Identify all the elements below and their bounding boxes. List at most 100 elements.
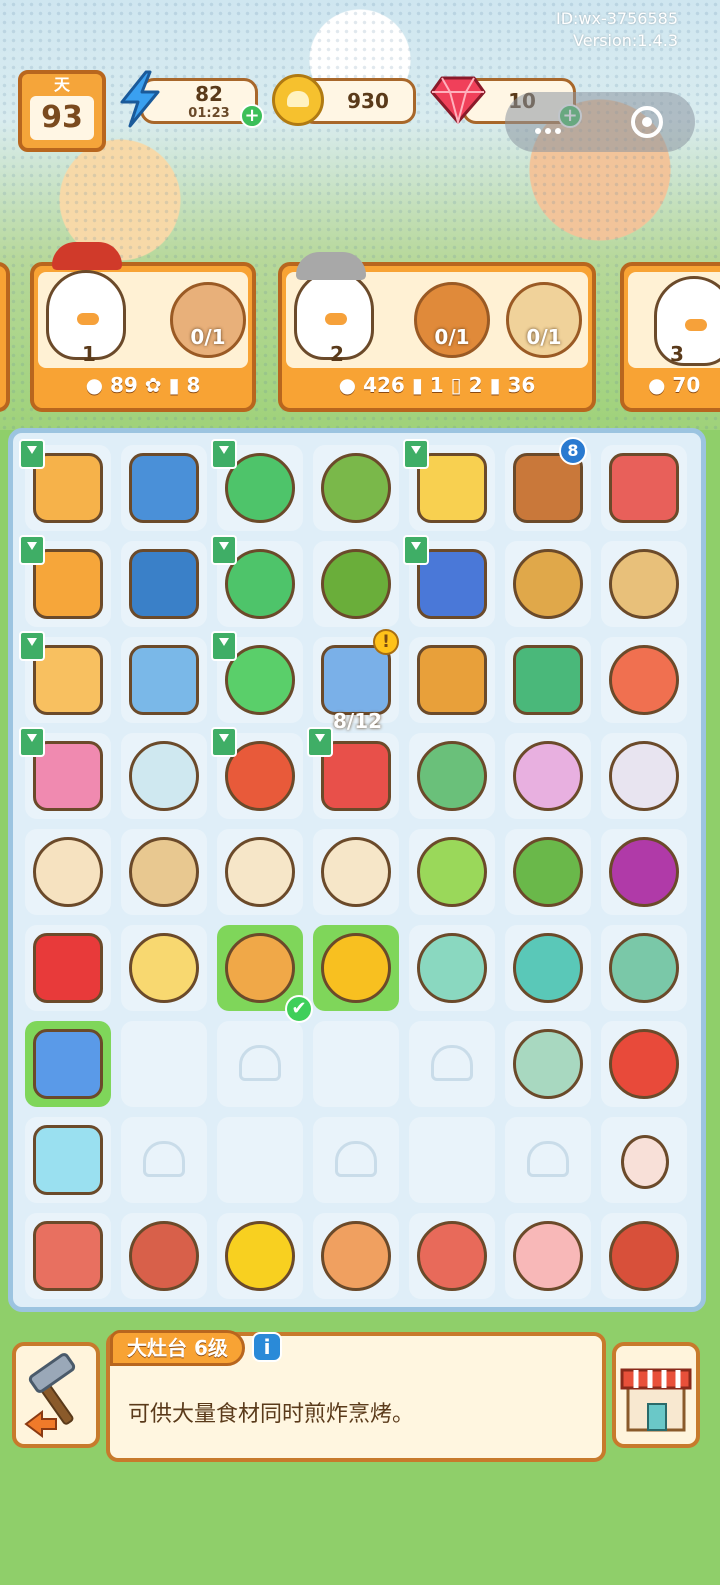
board-cell[interactable] [313,445,399,531]
fishing-lure-icon[interactable] [609,645,679,715]
tea-cup-icon[interactable] [225,933,295,1003]
board-cell[interactable] [121,637,207,723]
board-cell[interactable] [409,925,495,1011]
pickle-jar-icon[interactable] [417,741,487,811]
board-cell[interactable] [601,445,687,531]
board-cell[interactable] [19,439,111,531]
lettuce-icon[interactable] [513,837,583,907]
board-cell[interactable]: 8 [505,437,591,531]
water-can-icon[interactable] [33,1029,103,1099]
veggie-basket-icon[interactable] [513,549,583,619]
berry-bowl-icon[interactable] [321,549,391,619]
board-cell[interactable] [403,535,495,627]
clam-icon[interactable] [513,1029,583,1099]
board-cell-empty[interactable] [313,1117,399,1203]
board-cell[interactable] [25,1117,111,1203]
egg-icon[interactable] [621,1135,669,1189]
coffee-cup-icon[interactable] [33,837,103,907]
fruit-bowl-icon[interactable] [321,453,391,523]
board-cell[interactable] [601,637,687,723]
info-button[interactable]: i [252,1332,282,1362]
dish-icon[interactable]: 0/1 [170,282,246,358]
ham-slices-icon[interactable] [513,1221,583,1291]
board-cell-empty[interactable] [121,1021,207,1107]
board-cell[interactable] [601,925,687,1011]
board-cell[interactable] [313,829,399,915]
scallop-icon[interactable] [417,933,487,1003]
latte-icon[interactable] [225,837,295,907]
iced-coffee-icon[interactable] [129,837,199,907]
board-cell[interactable] [505,1213,591,1299]
board-cell[interactable] [409,1213,495,1299]
board-cell-empty[interactable] [505,1117,591,1203]
order-card-3[interactable]: 3 ● 70 [620,262,720,412]
chili-pepper-icon[interactable] [609,1029,679,1099]
sausage-icon[interactable] [609,1221,679,1291]
board-cell[interactable] [505,541,591,627]
board-cell[interactable] [313,1213,399,1299]
board-cell[interactable] [601,1021,687,1107]
peanut-icon[interactable] [321,1221,391,1291]
board-cell[interactable] [121,829,207,915]
shrimp-icon[interactable] [609,933,679,1003]
steak-icon[interactable] [129,1221,199,1291]
board-cell-empty[interactable] [217,1021,303,1107]
board-cell[interactable] [19,631,111,723]
board-cell[interactable] [25,1213,111,1299]
cola-can-icon[interactable] [33,933,103,1003]
board-cell-empty[interactable] [409,1117,495,1203]
board-cell-selected[interactable]: ✔ [217,925,313,1023]
board-cell-empty[interactable] [121,1117,207,1203]
board-cell[interactable]: 8/12 [307,709,399,819]
oyster-icon[interactable] [609,741,679,811]
board-cell[interactable] [121,541,207,627]
board-cell[interactable] [505,637,591,723]
produce-crate-icon[interactable] [417,645,487,715]
board-cell[interactable] [121,925,207,1011]
board-cell[interactable] [217,1213,303,1299]
board-cell[interactable] [601,541,687,627]
board-cell[interactable] [505,733,591,819]
board-cell[interactable] [601,829,687,915]
menu-capsule[interactable] [505,92,695,152]
ice-machine-icon[interactable] [129,453,199,523]
order-card-2[interactable]: 2 0/1 0/1 ● 426 ▮ 1 ▯ 2 ▮ 36 [278,252,596,412]
board-cell-selected[interactable] [25,1021,111,1107]
board-cell[interactable] [211,535,303,627]
board-cell[interactable] [505,925,591,1011]
pantry-box-icon[interactable] [513,645,583,715]
crab-icon[interactable] [513,933,583,1003]
fishing-basket-icon[interactable] [609,453,679,523]
board-cell[interactable] [313,541,399,627]
drink-fridge-icon[interactable] [129,549,199,619]
board-cell[interactable] [217,829,303,915]
board-cell-selected[interactable] [313,925,399,1011]
board-cell[interactable] [211,727,303,819]
board-cell[interactable] [121,445,207,531]
meat-display-case-icon[interactable] [33,1221,103,1291]
board-cell[interactable] [601,1117,687,1203]
order-card-1[interactable]: 1 0/1 ● 89 ✿ ▮ 8 [30,242,256,412]
board-cell[interactable] [403,439,495,531]
roast-chicken-icon[interactable]: 0/1 [414,282,490,358]
board-cell[interactable] [121,1213,207,1299]
ice-cubes-icon[interactable] [33,1125,103,1195]
order-card-partial-left[interactable] [0,262,10,412]
board-cell[interactable] [211,631,303,723]
board-cell[interactable] [409,637,495,723]
board-cell[interactable] [19,535,111,627]
board-cell-empty[interactable] [409,1021,495,1107]
lemon-icon[interactable] [225,1221,295,1291]
green-tea-icon[interactable] [417,837,487,907]
board-cell[interactable] [505,1021,591,1107]
board-cell[interactable] [19,727,111,819]
fishing-rod-icon[interactable] [609,549,679,619]
ice-box-icon[interactable] [129,645,199,715]
board-cell[interactable] [409,733,495,819]
fruit-salad-icon[interactable]: 0/1 [506,282,582,358]
board-cell-empty[interactable] [217,1117,303,1203]
board-cell[interactable] [409,829,495,915]
close-target-icon[interactable] [631,106,663,138]
add-energy-button[interactable]: + [240,104,264,128]
fridge-icon[interactable] [321,645,391,715]
